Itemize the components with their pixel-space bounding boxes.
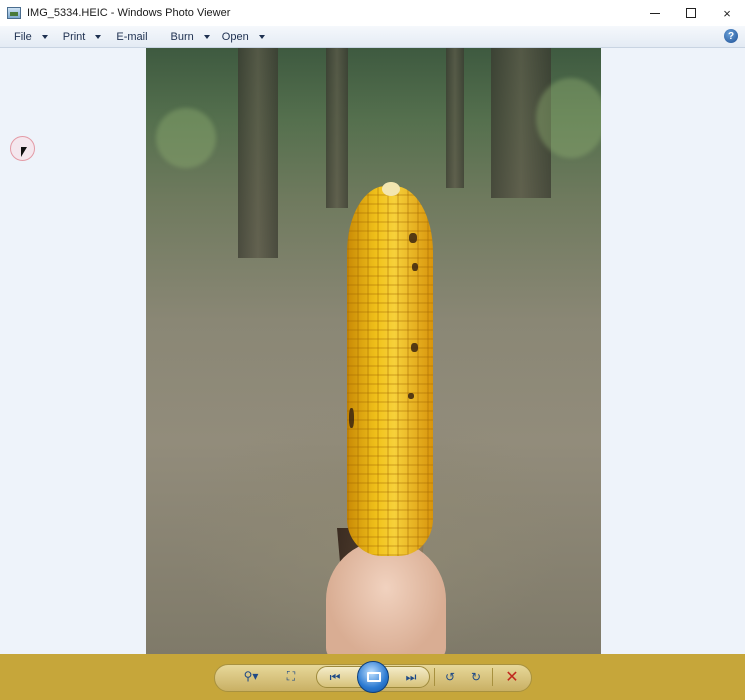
menu-burn-label: Burn xyxy=(170,30,194,43)
menu-email[interactable]: E-mail xyxy=(116,26,147,48)
mouse-cursor-icon xyxy=(21,147,27,157)
maximize-icon xyxy=(686,8,696,18)
menu-open-label: Open xyxy=(221,30,249,43)
minimize-icon xyxy=(650,12,660,14)
menu-email-label: E-mail xyxy=(116,30,148,43)
image-canvas xyxy=(0,48,745,654)
slideshow-button[interactable] xyxy=(357,661,389,693)
tree-trunk xyxy=(238,48,278,258)
minimize-button[interactable] xyxy=(637,0,673,26)
zoom-button[interactable]: ⚲▾ xyxy=(237,665,265,687)
actual-size-button[interactable]: ⛶ xyxy=(280,665,302,687)
char-mark xyxy=(408,393,414,399)
corn-tip xyxy=(382,182,400,196)
menu-print[interactable]: Print xyxy=(63,26,102,48)
help-icon[interactable]: ? xyxy=(724,29,738,43)
photo-viewer-icon xyxy=(7,7,21,19)
close-icon: × xyxy=(723,5,731,21)
corn-photo xyxy=(146,48,601,654)
menu-open[interactable]: Open xyxy=(222,26,265,48)
menu-file-label: File xyxy=(14,30,32,43)
menu-bar: File Print E-mail Burn Open ? xyxy=(0,26,745,48)
chevron-down-icon xyxy=(203,34,210,39)
tree-trunk xyxy=(446,48,464,188)
next-button[interactable]: ⏭ xyxy=(398,666,424,688)
maximize-button[interactable] xyxy=(673,0,709,26)
char-mark xyxy=(411,343,418,352)
char-mark xyxy=(409,233,417,243)
toolbar-divider xyxy=(434,668,435,686)
chevron-down-icon xyxy=(41,34,48,39)
window-controls: × xyxy=(637,0,745,26)
rotate-counterclockwise-button[interactable]: ↺ xyxy=(440,666,460,688)
menu-print-label: Print xyxy=(62,30,86,43)
close-button[interactable]: × xyxy=(709,0,745,26)
chevron-down-icon xyxy=(95,34,102,39)
menu-file[interactable]: File xyxy=(14,26,48,48)
window-title: IMG_5334.HEIC - Windows Photo Viewer xyxy=(27,7,231,19)
previous-button[interactable]: ⏮ xyxy=(322,666,348,688)
rotate-clockwise-button[interactable]: ↻ xyxy=(466,666,486,688)
toolbar-divider xyxy=(492,668,493,686)
slideshow-icon xyxy=(367,672,381,682)
char-mark xyxy=(349,408,354,428)
tree-trunk xyxy=(326,48,348,208)
char-mark xyxy=(412,263,418,271)
foliage-blur xyxy=(536,78,601,158)
title-bar: IMG_5334.HEIC - Windows Photo Viewer × xyxy=(0,0,745,26)
menu-burn[interactable]: Burn xyxy=(171,26,210,48)
hand xyxy=(326,540,446,654)
chevron-down-icon xyxy=(258,34,265,39)
delete-button[interactable]: ✕ xyxy=(501,666,523,688)
foliage-blur xyxy=(156,108,216,168)
corn-cob xyxy=(347,186,433,556)
